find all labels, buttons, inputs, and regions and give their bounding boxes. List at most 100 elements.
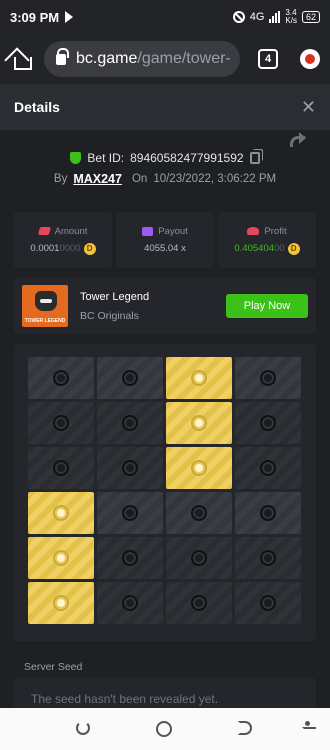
revealed-tile (166, 357, 232, 399)
revealed-tile (28, 582, 94, 624)
by-label: By (53, 173, 68, 185)
close-icon[interactable]: ✕ (301, 97, 316, 118)
details-header: Details ✕ (0, 84, 330, 130)
verified-shield-icon (70, 152, 82, 164)
gorilla-icon (35, 291, 57, 311)
url-bar[interactable]: bc.game /game/tower- (44, 41, 240, 77)
gold-coin-icon (191, 460, 207, 476)
url-domain: bc.game (76, 50, 138, 67)
recents-icon[interactable] (238, 721, 252, 735)
gold-coin-icon (53, 595, 69, 611)
lock-icon[interactable] (56, 47, 69, 65)
bet-id-row: Bet ID: 89460582477991592 (0, 151, 330, 165)
coin-icon (260, 370, 276, 386)
home-icon[interactable] (10, 48, 32, 70)
tower-tile (235, 402, 301, 444)
tower-tile (97, 447, 163, 489)
url-path: /game/tower- (137, 50, 231, 67)
bet-byline: By MAX247 On 10/23/2022, 3:06:22 PM (0, 172, 330, 186)
tower-tile (28, 402, 94, 444)
thumbnail-label: TOWER LEGEND (24, 318, 66, 324)
gold-coin-icon (191, 370, 207, 386)
profit-icon (247, 227, 260, 235)
coin-icon (260, 460, 276, 476)
coin-icon (122, 460, 138, 476)
coin-icon (53, 460, 69, 476)
bet-id-label: Bet ID: (87, 151, 125, 165)
share-icon[interactable] (290, 132, 306, 147)
coin-icon (122, 595, 138, 611)
coin-icon (260, 505, 276, 521)
profit-label: Profit (264, 225, 287, 237)
game-thumbnail[interactable]: TOWER LEGEND (22, 285, 68, 327)
coin-icon (53, 370, 69, 386)
tower-tile (166, 537, 232, 579)
tower-tile (97, 537, 163, 579)
profit-value-dim: 00 (274, 243, 285, 254)
tower-tile (235, 492, 301, 534)
battery-level: 62 (305, 12, 316, 22)
amount-icon (37, 227, 51, 235)
payout-icon (142, 227, 154, 236)
details-content: Bet ID: 89460582477991592 By MAX247 On 1… (0, 130, 330, 708)
stat-payout: Payout 4055.04 x (116, 212, 214, 268)
bet-date: 10/23/2022, 3:06:22 PM (153, 173, 277, 185)
system-nav-bar (0, 708, 330, 750)
revealed-tile (28, 537, 94, 579)
tower-tile (97, 357, 163, 399)
amount-label: Amount (54, 225, 88, 237)
coin-icon (191, 505, 207, 521)
server-seed-field: The seed hasn't been revealed yet. (14, 678, 316, 708)
coin-icon (260, 595, 276, 611)
signal-icon (269, 11, 281, 23)
server-seed-label: Server Seed (24, 661, 83, 673)
amount-value: 0.0001 (30, 243, 60, 254)
play-store-icon (65, 11, 77, 23)
on-label: On (131, 173, 148, 185)
play-now-button[interactable]: Play Now (226, 294, 308, 318)
coin-icon (53, 415, 69, 431)
tower-tile (166, 582, 232, 624)
home-circle-icon[interactable] (156, 721, 172, 737)
bet-stats: Amount 0.0001 0000 D Payout 4055.04 x Prof… (14, 212, 316, 268)
stat-profit: Profit 0.405404 00 D (218, 212, 316, 268)
network-label: 4G (249, 11, 265, 23)
coin-icon (260, 550, 276, 566)
coin-icon (191, 550, 207, 566)
copy-icon[interactable] (249, 152, 260, 164)
tower-board (14, 344, 316, 641)
gold-coin-icon (53, 505, 69, 521)
details-title: Details (14, 99, 60, 115)
revealed-tile (166, 447, 232, 489)
coin-icon (122, 550, 138, 566)
accessibility-icon[interactable] (302, 721, 316, 737)
tower-tile (28, 357, 94, 399)
network-speed: 3.4 K/s (285, 8, 297, 25)
profit-value: 0.405404 (234, 243, 275, 254)
stat-amount: Amount 0.0001 0000 D (14, 212, 112, 268)
payout-value: 4055.04 x (144, 243, 186, 254)
back-icon[interactable] (76, 721, 90, 735)
payout-label: Payout (158, 226, 188, 237)
battery-icon: 62 (301, 11, 320, 23)
tower-grid (28, 357, 301, 624)
coin-icon (260, 415, 276, 431)
revealed-tile (28, 492, 94, 534)
amount-value-dim: 0000 (59, 243, 81, 254)
revealed-tile (166, 402, 232, 444)
username-link[interactable]: MAX247 (73, 172, 122, 186)
tower-tile (166, 492, 232, 534)
coin-icon (191, 595, 207, 611)
tower-tile (97, 582, 163, 624)
coin-icon: D (83, 242, 96, 255)
status-time: 3:09 PM (10, 9, 60, 25)
update-icon[interactable] (300, 49, 320, 69)
coin-icon (122, 415, 138, 431)
coin-icon (122, 370, 138, 386)
status-icons: 4G 3.4 K/s 62 (232, 8, 320, 25)
status-bar: 3:09 PM 4G 3.4 K/s 62 (0, 0, 330, 34)
tower-tile (235, 582, 301, 624)
do-not-disturb-icon (232, 11, 245, 23)
tab-switcher-button[interactable]: 4 (258, 49, 278, 69)
gold-coin-icon (53, 550, 69, 566)
